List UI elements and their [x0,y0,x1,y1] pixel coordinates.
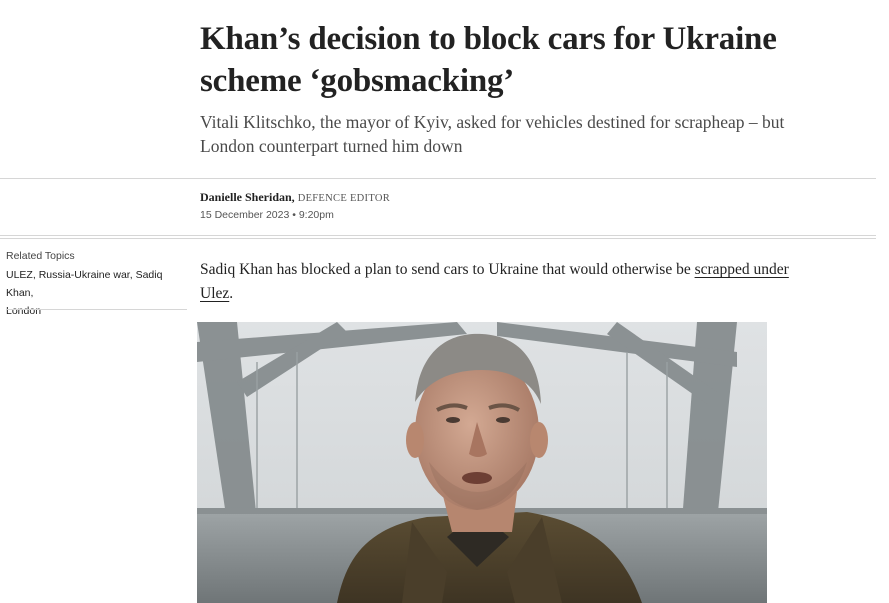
article-standfirst: Vitali Klitschko, the mayor of Kyiv, ask… [200,112,785,156]
divider [0,178,876,179]
body-text: Sadiq Khan has blocked a plan to send ca… [200,261,695,278]
topic-separator: , [30,287,34,299]
author-link[interactable]: Danielle Sheridan, [200,190,295,204]
byline: Danielle Sheridan, DEFENCE EDITOR [200,190,390,205]
related-topics-label: Related Topics [6,250,75,262]
publish-date: 15 December 2023 • 9:20pm [200,209,334,221]
divider [0,238,876,239]
author-name: Danielle Sheridan, [200,190,295,204]
article-photo [197,322,767,603]
divider [6,309,187,310]
divider [0,235,876,236]
topic-link[interactable]: ULEZ [6,269,33,281]
author-role: DEFENCE EDITOR [297,193,391,204]
topic-link[interactable]: London [6,305,41,317]
topic-link[interactable]: Russia-Ukraine war [39,269,130,281]
body-text-end: . [229,285,234,302]
article-headline: Khan’s decision to block cars for Ukrain… [200,21,777,99]
related-topics-list: ULEZ, Russia-Ukraine war, Sadiq Khan, Lo… [6,266,186,320]
article-body-paragraph: Sadiq Khan has blocked a plan to send ca… [200,258,800,306]
